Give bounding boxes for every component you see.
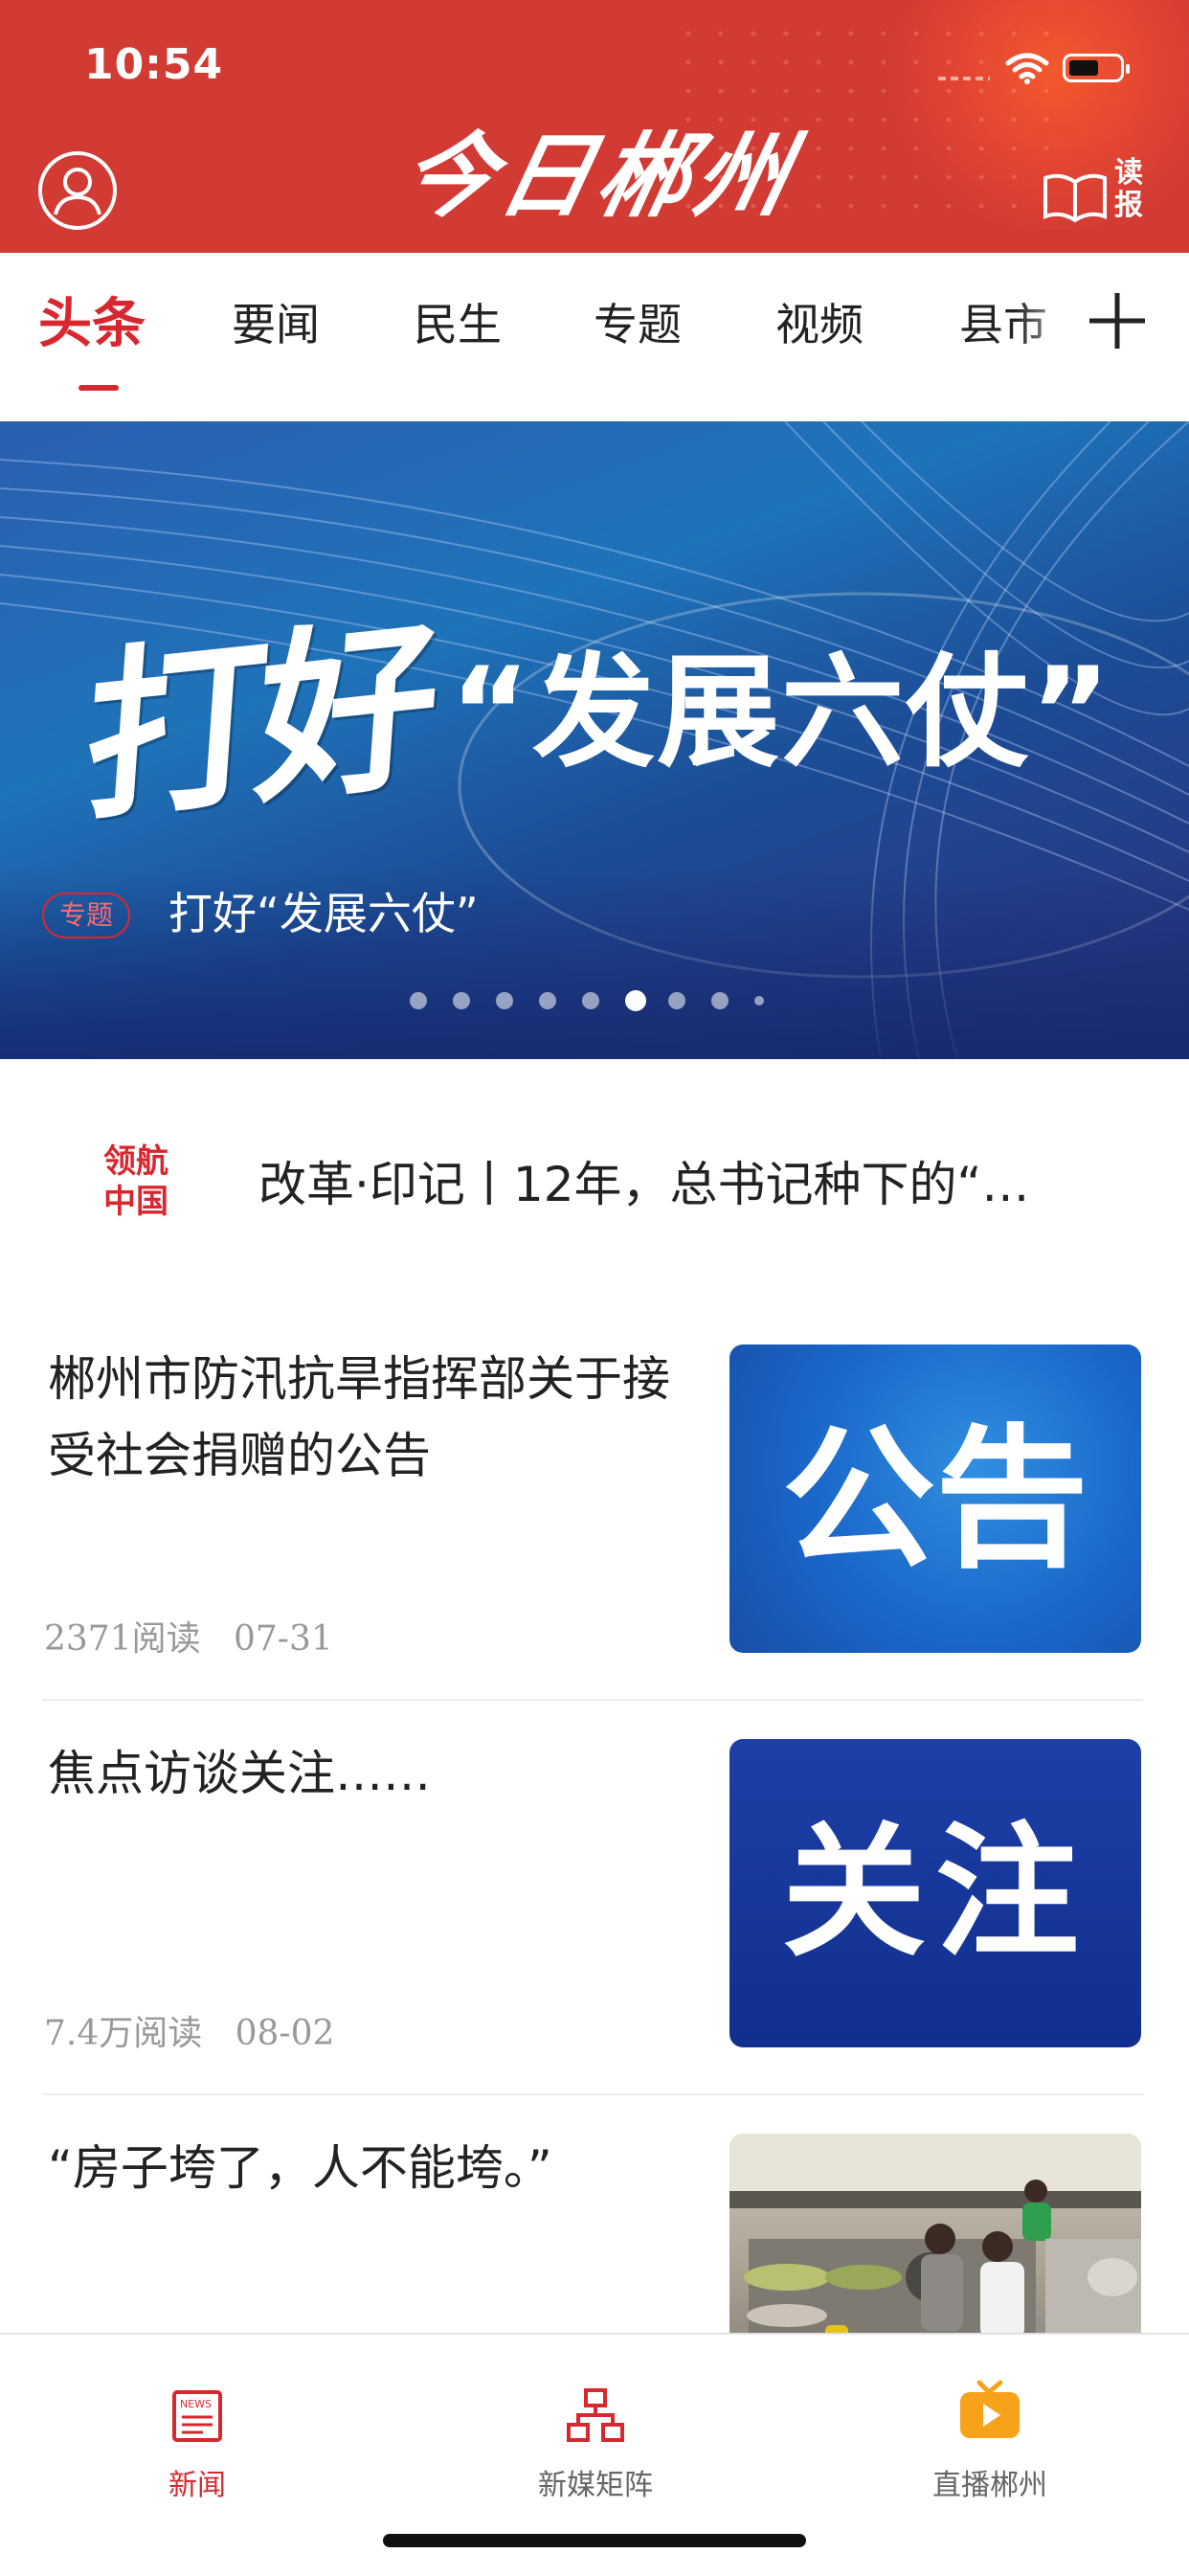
thumbnail-text: 关注	[781, 1810, 1088, 1977]
read-count: 7.4万阅读	[44, 2014, 203, 2053]
nav-media-matrix-label: 新媒矩阵	[538, 2469, 653, 2502]
carousel-dot-active[interactable]	[625, 990, 646, 1011]
nav-live-chenzhou[interactable]: 直播郴州	[875, 2358, 1105, 2502]
news-thumbnail-photo	[729, 2134, 1141, 2333]
carousel-dot[interactable]	[711, 992, 729, 1009]
news-meta: 7.4万阅读 08-02	[44, 2005, 334, 2055]
carousel-dot[interactable]	[754, 996, 764, 1006]
carousel-dot[interactable]	[582, 992, 599, 1009]
status-icons	[938, 50, 1149, 88]
nav-news[interactable]: NEWS 新闻	[82, 2358, 312, 2502]
nav-live-label: 直播郴州	[932, 2469, 1047, 2502]
news-item[interactable]: “房子垮了，人不能垮。”	[42, 2130, 1143, 2333]
news-item[interactable]: 郴州市防汛抗旱指挥部关于接受社会捐赠的公告 2371阅读 07-31 公告	[42, 1341, 1143, 1659]
news-thumbnail: 公告	[729, 1344, 1141, 1653]
channel-tabs: 头条 要闻 民生 专题 视频 县市	[0, 253, 1189, 421]
banner-headline: 打好 “发展六仗”	[79, 555, 1139, 848]
tv-play-icon	[960, 2380, 1020, 2438]
carousel-dot[interactable]	[496, 992, 513, 1009]
news-thumbnail: 关注	[729, 1739, 1141, 2047]
headline-ticker[interactable]: 领航中国 改革·印记丨12年，总书记种下的“…	[0, 1059, 1189, 1289]
read-paper-label: 读报	[1114, 156, 1143, 222]
status-time: 10:54	[84, 40, 224, 89]
tab-livelihood[interactable]: 民生	[414, 291, 502, 358]
news-title: “房子垮了，人不能垮。”	[48, 2140, 552, 2196]
nav-media-matrix[interactable]: 新媒矩阵	[481, 2358, 710, 2502]
news-item[interactable]: 焦点访谈关注…… 7.4万阅读 08-02 关注	[42, 1735, 1143, 2053]
signal-icon	[938, 77, 990, 80]
nav-news-label: 新闻	[168, 2469, 226, 2502]
profile-button[interactable]	[38, 151, 117, 230]
tab-topics[interactable]: 专题	[594, 291, 682, 358]
app-logo: 今日郴州	[392, 122, 806, 230]
carousel-dot[interactable]	[668, 992, 685, 1009]
topic-badge: 专题	[42, 893, 130, 938]
lead-china-logo: 领航中国	[103, 1142, 168, 1221]
divider	[42, 1699, 1143, 1701]
battery-icon	[1063, 54, 1130, 82]
user-icon	[54, 168, 101, 215]
banner-phrase-text: “发展六仗”	[450, 642, 1113, 784]
tab-video[interactable]: 视频	[775, 291, 864, 358]
news-title: 郴州市防汛抗旱指挥部关于接受社会捐赠的公告	[48, 1351, 670, 1483]
tab-important-news[interactable]: 要闻	[232, 291, 320, 358]
active-tab-indicator	[79, 385, 119, 391]
carousel-dot[interactable]	[453, 992, 470, 1009]
banner-brush-text: 打好	[78, 595, 437, 848]
banner-caption: 打好“发展六仗”	[168, 888, 479, 939]
thumbnail-text: 公告	[781, 1409, 1088, 1589]
home-indicator	[383, 2534, 806, 2547]
newspaper-icon: NEWS	[172, 2390, 222, 2442]
plus-icon	[1089, 293, 1145, 349]
tab-headlines[interactable]: 头条	[38, 291, 146, 358]
news-title: 焦点访谈关注……	[48, 1746, 431, 1801]
add-channel-button[interactable]	[1053, 278, 1178, 364]
publish-date: 08-02	[235, 2014, 335, 2053]
publish-date: 07-31	[233, 1619, 333, 1659]
read-paper-button[interactable]: 读报	[1042, 155, 1156, 232]
ticker-headline: 改革·印记丨12年，总书记种下的“…	[258, 1157, 1030, 1212]
kitchen-photo	[729, 2134, 1141, 2333]
featured-banner[interactable]: 打好 “发展六仗” 专题 打好“发展六仗”	[0, 421, 1189, 1059]
carousel-dot[interactable]	[410, 992, 427, 1009]
book-icon	[1043, 173, 1107, 223]
divider	[42, 2093, 1143, 2095]
wifi-icon	[1005, 53, 1049, 84]
read-count: 2371阅读	[44, 1619, 201, 1659]
news-meta: 2371阅读 07-31	[44, 1611, 333, 1661]
carousel-dot[interactable]	[539, 992, 556, 1009]
svg-text:NEWS: NEWS	[180, 2398, 212, 2410]
network-icon	[567, 2388, 624, 2442]
carousel-pagination	[410, 988, 793, 1011]
